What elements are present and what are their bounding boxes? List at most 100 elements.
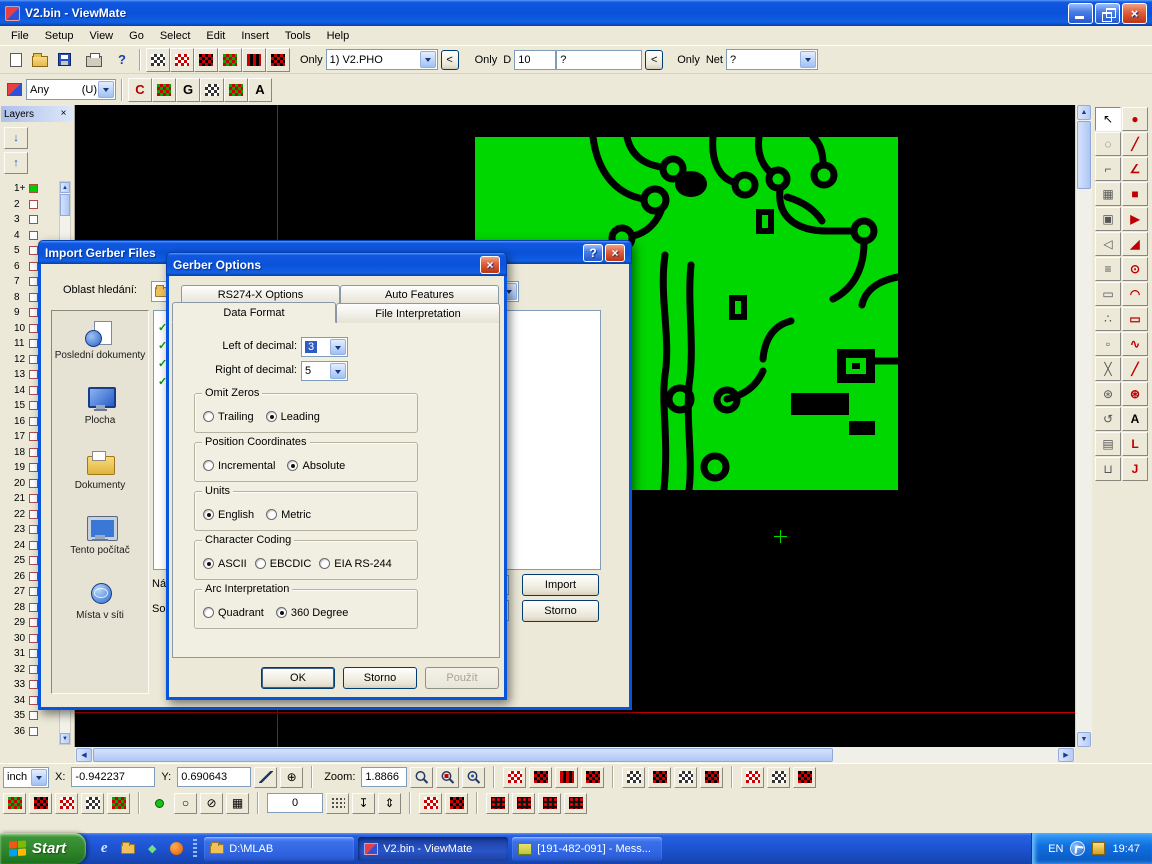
dcode-field[interactable]: 10 bbox=[514, 50, 556, 70]
palette-tool-icon[interactable]: J bbox=[1122, 457, 1148, 481]
layer-color-box[interactable] bbox=[29, 432, 38, 441]
zoom-window-icon[interactable] bbox=[436, 767, 459, 788]
panel-close-icon[interactable]: × bbox=[57, 108, 70, 121]
open-file-icon[interactable] bbox=[28, 48, 52, 72]
clock[interactable]: 19:47 bbox=[1112, 843, 1140, 855]
display-grid-icon-2[interactable] bbox=[529, 767, 552, 788]
layer-color-box[interactable] bbox=[29, 727, 38, 736]
dcode-dots-icon-3[interactable] bbox=[538, 793, 561, 814]
layer-color-box[interactable] bbox=[29, 184, 38, 193]
palette-tool-icon[interactable]: ▶ bbox=[1122, 207, 1148, 231]
palette-tool-icon[interactable]: ◁ bbox=[1095, 232, 1121, 256]
scroll-thumb[interactable] bbox=[60, 194, 70, 216]
palette-tool-icon[interactable]: ∿ bbox=[1122, 332, 1148, 356]
palette-tool-icon[interactable]: ↖ bbox=[1095, 107, 1121, 131]
tray-app-icon[interactable] bbox=[1092, 842, 1105, 855]
view-toggle-icon-5[interactable] bbox=[242, 48, 266, 72]
tab-data-format[interactable]: Data Format bbox=[172, 302, 336, 323]
layer-color-box[interactable] bbox=[29, 649, 38, 658]
radio-incremental[interactable]: Incremental bbox=[203, 460, 275, 472]
palette-tool-icon[interactable]: ⊛ bbox=[1095, 382, 1121, 406]
scroll-right-icon[interactable]: ▶ bbox=[1058, 748, 1074, 762]
measure-diagonal-icon[interactable] bbox=[254, 767, 277, 788]
layer-color-box[interactable] bbox=[29, 262, 38, 271]
place-item[interactable]: Poslední dokumenty bbox=[52, 319, 148, 382]
menu-item-select[interactable]: Select bbox=[152, 28, 199, 44]
net-select[interactable]: ? bbox=[726, 49, 818, 70]
layer-color-box[interactable] bbox=[29, 587, 38, 596]
palette-tool-icon[interactable]: ⊛ bbox=[1122, 382, 1148, 406]
palette-tool-icon[interactable]: ◌ bbox=[1095, 132, 1121, 156]
app-shortcut-icon[interactable]: ◆ bbox=[144, 841, 160, 857]
units-select[interactable]: inch bbox=[3, 767, 49, 788]
dcode-dots-icon-2[interactable] bbox=[512, 793, 535, 814]
layer-row[interactable]: 36 bbox=[2, 724, 48, 740]
palette-tool-icon[interactable]: ◢ bbox=[1122, 232, 1148, 256]
layer-color-box[interactable] bbox=[29, 556, 38, 565]
left-of-decimal-select[interactable]: 3 bbox=[301, 337, 348, 357]
layer-color-box[interactable] bbox=[29, 510, 38, 519]
scroll-thumb[interactable] bbox=[93, 748, 833, 762]
task-button-mlab[interactable]: D:\MLAB bbox=[204, 837, 354, 861]
task-button-message[interactable]: [191-482-091] - Mess... bbox=[512, 837, 662, 861]
radio-english[interactable]: English bbox=[203, 509, 254, 521]
dcode-dots-icon-1[interactable] bbox=[486, 793, 509, 814]
layers-panel-header[interactable]: Layers × bbox=[1, 106, 73, 122]
radio-quadrant[interactable]: Quadrant bbox=[203, 607, 264, 619]
view-toggle-icon-1[interactable] bbox=[146, 48, 170, 72]
view-toggle-icon-4[interactable] bbox=[218, 48, 242, 72]
layer-color-box[interactable] bbox=[29, 494, 38, 503]
zoom-field[interactable]: 1.8866 bbox=[361, 767, 407, 787]
layer-color-box[interactable] bbox=[29, 448, 38, 457]
right-of-decimal-select[interactable]: 5 bbox=[301, 361, 348, 381]
place-item[interactable]: Tento počítač bbox=[52, 514, 148, 577]
scroll-down-icon[interactable]: ▼ bbox=[60, 733, 70, 744]
layer-color-box[interactable] bbox=[29, 401, 38, 410]
display-grid-icon-5[interactable] bbox=[622, 767, 645, 788]
grid-toggle-icon[interactable]: ▦ bbox=[226, 793, 249, 814]
dialog-help-button[interactable]: ? bbox=[583, 244, 603, 262]
horizontal-scrollbar[interactable]: ◀ ▶ bbox=[75, 747, 1075, 763]
layer-row[interactable]: 3 bbox=[2, 212, 48, 228]
display-grid-icon-6[interactable] bbox=[648, 767, 671, 788]
zoom-in-icon[interactable] bbox=[410, 767, 433, 788]
display-grid-icon-1[interactable] bbox=[503, 767, 526, 788]
y-coordinate-field[interactable]: 0.690643 bbox=[177, 767, 251, 787]
layer-color-box[interactable] bbox=[29, 355, 38, 364]
dcode-query-field[interactable]: ? bbox=[556, 50, 642, 70]
palette-tool-icon[interactable]: ▣ bbox=[1095, 207, 1121, 231]
layer-color-box[interactable] bbox=[29, 231, 38, 240]
dialog-close-button[interactable]: × bbox=[605, 244, 625, 262]
storno-button[interactable]: Storno bbox=[343, 667, 417, 689]
save-file-icon[interactable] bbox=[52, 48, 76, 72]
layer-color-box[interactable] bbox=[29, 603, 38, 612]
palette-tool-icon[interactable]: ╳ bbox=[1095, 357, 1121, 381]
layer-row[interactable]: 1+ bbox=[2, 181, 48, 197]
layer-color-box[interactable] bbox=[29, 293, 38, 302]
new-file-icon[interactable] bbox=[4, 48, 28, 72]
palette-tool-icon[interactable]: ▤ bbox=[1095, 432, 1121, 456]
display-grid-icon-9[interactable] bbox=[741, 767, 764, 788]
dialog-close-button[interactable]: × bbox=[480, 256, 500, 274]
display-grid-icon-11[interactable] bbox=[793, 767, 816, 788]
radio-absolute[interactable]: Absolute bbox=[287, 460, 345, 472]
pattern-icon-5[interactable] bbox=[107, 793, 130, 814]
dot-grid-icon[interactable] bbox=[326, 793, 349, 814]
layer-color-box[interactable] bbox=[29, 479, 38, 488]
display-grid-icon-7[interactable] bbox=[674, 767, 697, 788]
close-button[interactable]: × bbox=[1122, 3, 1147, 24]
gerber-dialog-titlebar[interactable]: Gerber Options × bbox=[166, 252, 507, 276]
zoom-all-icon[interactable] bbox=[462, 767, 485, 788]
radio-360-degree[interactable]: 360 Degree bbox=[276, 607, 349, 619]
dropdown-arrow-icon[interactable] bbox=[800, 51, 816, 68]
layer-color-box[interactable] bbox=[29, 339, 38, 348]
scroll-up-icon[interactable]: ▲ bbox=[1077, 105, 1091, 120]
menu-item-setup[interactable]: Setup bbox=[37, 28, 82, 44]
layer-color-box[interactable] bbox=[29, 277, 38, 286]
palette-tool-icon[interactable]: ▭ bbox=[1122, 307, 1148, 331]
menu-item-insert[interactable]: Insert bbox=[233, 28, 277, 44]
menu-item-file[interactable]: File bbox=[3, 28, 37, 44]
layer-color-box[interactable] bbox=[29, 572, 38, 581]
circle-select-icon[interactable]: C bbox=[128, 78, 152, 102]
layer-color-box[interactable] bbox=[29, 370, 38, 379]
